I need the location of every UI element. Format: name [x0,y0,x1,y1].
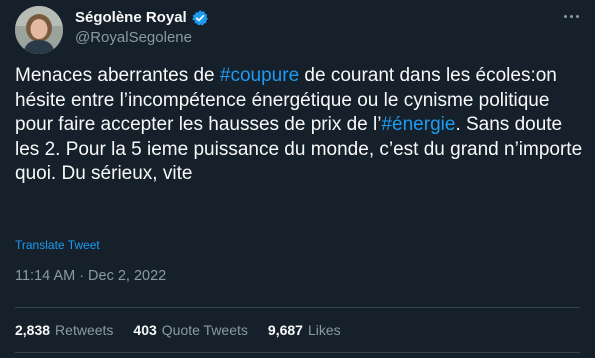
quote-tweets-count: 403 [133,322,157,338]
quote-tweets-label: Quote Tweets [161,322,248,338]
author-name-row: Ségolène Royal [75,8,209,28]
more-dot [569,14,573,18]
divider [15,352,580,353]
divider [15,307,580,308]
avatar[interactable] [15,6,63,54]
likes-stat[interactable]: 9,687 Likes [268,320,341,340]
retweets-label: Retweets [55,322,114,338]
tweet-time[interactable]: 11:14 AM [15,266,75,286]
tweet-card: Ségolène Royal @RoyalSegolene Menaces ab… [0,0,595,358]
hashtag-link[interactable]: #coupure [220,65,299,86]
timestamp-separator: · [79,268,85,284]
more-dot [563,14,567,18]
retweets-stat[interactable]: 2,838 Retweets [15,320,113,340]
hashtag-link[interactable]: #énergie [381,114,455,135]
quote-tweets-stat[interactable]: 403 Quote Tweets [133,320,248,340]
author-display-name[interactable]: Ségolène Royal [75,8,187,28]
verified-badge-icon [191,9,209,27]
tweet-text: Menaces aberrantes de #coupure de couran… [15,64,585,187]
more-options-icon[interactable] [556,4,586,28]
engagement-stats: 2,838 Retweets 403 Quote Tweets 9,687 Li… [15,320,361,340]
likes-label: Likes [307,322,341,338]
avatar-image [15,6,63,54]
tweet-text-segment: Menaces aberrantes de [15,65,220,86]
more-dot [575,14,579,18]
likes-count: 9,687 [267,322,303,338]
retweets-count: 2,838 [15,322,51,338]
tweet-timestamp: 11:14 AM · Dec 2, 2022 [15,266,166,286]
translate-tweet-link[interactable]: Translate Tweet [15,237,100,253]
tweet-date[interactable]: Dec 2, 2022 [88,266,166,286]
author-handle[interactable]: @RoyalSegolene [75,28,192,48]
